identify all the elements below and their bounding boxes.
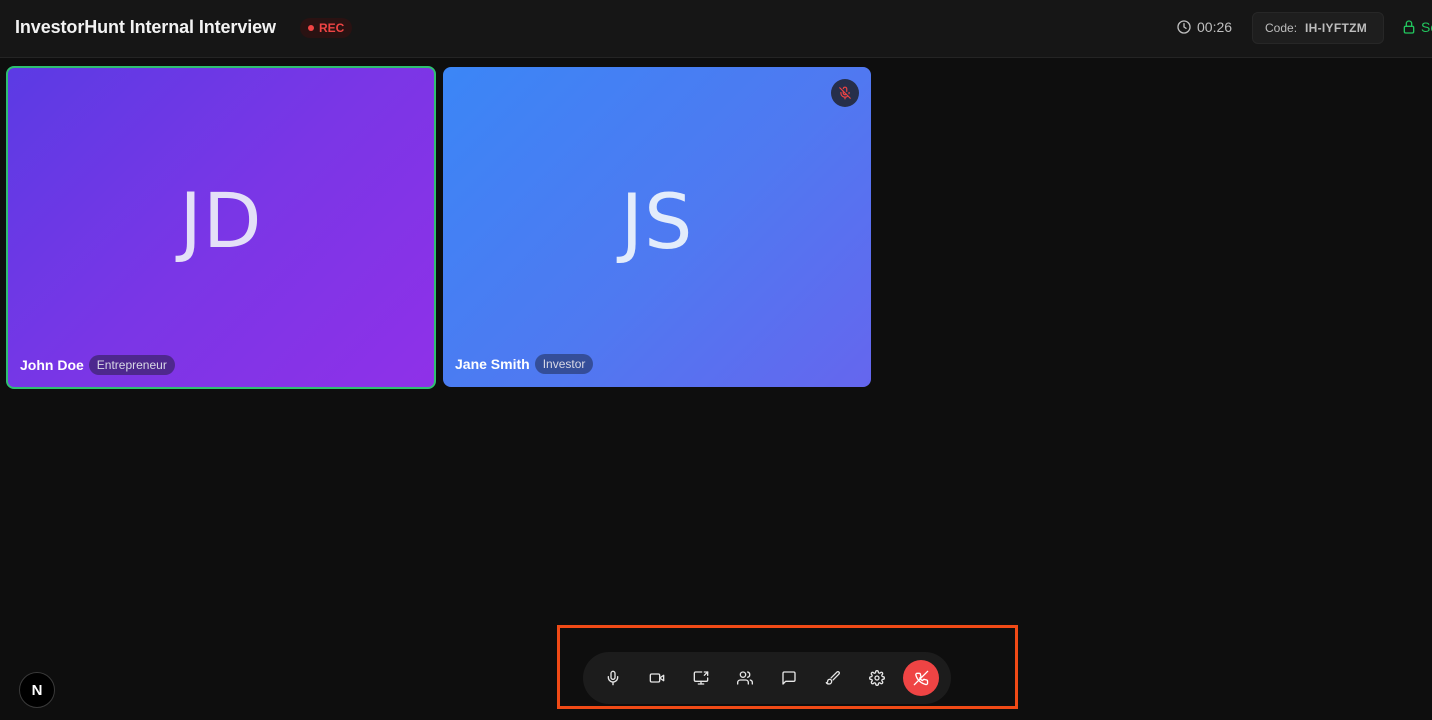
gear-icon <box>869 670 885 686</box>
meeting-header: InvestorHunt Internal Interview REC 00:2… <box>0 0 1432 58</box>
secure-indicator: Se <box>1401 19 1432 35</box>
recording-badge: REC <box>300 18 353 38</box>
screen-share-icon <box>693 671 709 685</box>
screen-share-button[interactable] <box>683 660 719 696</box>
participant-role-badge: Entrepreneur <box>88 355 175 375</box>
phone-off-icon <box>913 670 929 686</box>
lock-icon <box>1403 20 1415 34</box>
chat-button[interactable] <box>771 660 807 696</box>
camera-button[interactable] <box>639 660 675 696</box>
recording-dot-icon <box>308 25 314 31</box>
meeting-code-box[interactable]: Code: IH-IYFTZM <box>1252 12 1384 44</box>
participant-initials: JS <box>620 177 694 266</box>
participants-button[interactable] <box>727 660 763 696</box>
participant-tile-john-doe[interactable]: JD John Doe Entrepreneur <box>6 66 436 389</box>
timer-value: 00:26 <box>1197 19 1233 35</box>
video-camera-icon <box>649 673 665 683</box>
participant-name-row: John Doe Entrepreneur <box>20 355 175 375</box>
call-controls-toolbar <box>583 652 951 704</box>
end-call-button[interactable] <box>903 660 939 696</box>
participant-role-badge: Investor <box>534 354 594 374</box>
microphone-button[interactable] <box>595 660 631 696</box>
meeting-code-value: IH-IYFTZM <box>1305 21 1368 35</box>
whiteboard-button[interactable] <box>815 660 851 696</box>
participant-initials: JD <box>179 176 263 265</box>
call-timer: 00:26 <box>1176 19 1232 35</box>
brush-icon <box>825 671 840 685</box>
participant-name-row: Jane Smith Investor <box>455 354 594 374</box>
muted-indicator <box>831 79 859 107</box>
recording-label: REC <box>319 21 345 35</box>
participant-name: Jane Smith <box>455 356 530 372</box>
mic-off-icon <box>839 86 851 100</box>
chat-bubble-icon <box>782 671 796 685</box>
meeting-title: InvestorHunt Internal Interview <box>15 17 276 37</box>
participant-tile-jane-smith[interactable]: JS Jane Smith Investor <box>443 67 871 387</box>
secure-label: Se <box>1421 19 1432 35</box>
users-icon <box>737 671 753 685</box>
meeting-code-label: Code: <box>1265 21 1298 35</box>
clock-icon <box>1177 20 1191 34</box>
participant-name: John Doe <box>20 357 84 373</box>
corner-n-badge[interactable]: N <box>19 672 55 708</box>
settings-button[interactable] <box>859 660 895 696</box>
microphone-icon <box>607 670 619 686</box>
